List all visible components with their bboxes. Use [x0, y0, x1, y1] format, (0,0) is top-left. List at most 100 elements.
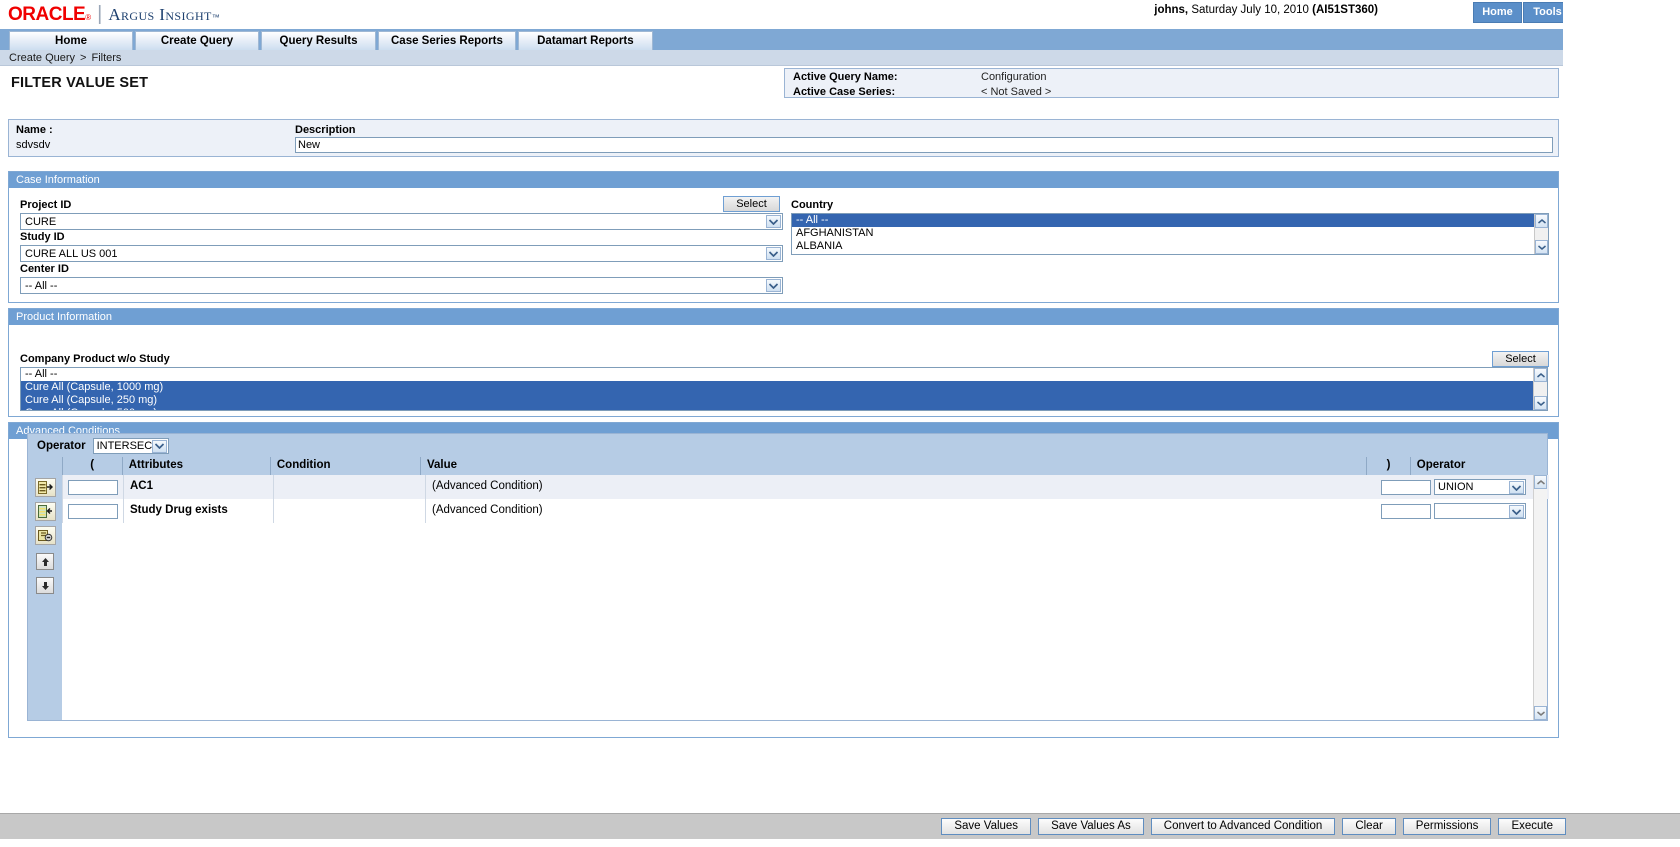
- open-paren-input[interactable]: [68, 503, 118, 519]
- tab-case-series-reports[interactable]: Case Series Reports: [378, 31, 516, 50]
- scroll-up-icon[interactable]: [1535, 214, 1548, 228]
- chevron-down-icon[interactable]: [766, 215, 781, 228]
- center-id-label: Center ID: [20, 263, 69, 275]
- country-option-algeria[interactable]: ALGERIA: [792, 253, 1548, 254]
- build-id: (AI51ST360): [1312, 4, 1378, 16]
- registered-mark-icon: ®: [85, 12, 92, 22]
- clear-button[interactable]: Clear: [1342, 818, 1396, 835]
- top-right-fill: [1563, 0, 1680, 28]
- save-values-as-button[interactable]: Save Values As: [1038, 818, 1144, 835]
- row-operator-cell: [1428, 499, 1549, 523]
- chevron-down-icon[interactable]: [766, 247, 781, 260]
- chevron-down-icon[interactable]: [766, 279, 781, 292]
- chevron-down-icon[interactable]: [1509, 505, 1524, 518]
- remove-advanced-condition-icon[interactable]: [34, 526, 56, 545]
- study-id-value: CURE ALL US 001: [25, 247, 118, 260]
- row-operator-select[interactable]: [1434, 503, 1526, 519]
- product-option-cure-all-250mg[interactable]: Cure All (Capsule, 250 mg): [21, 394, 1547, 407]
- session-info: johns, Saturday July 10, 2010 (AI51ST360…: [1154, 4, 1378, 16]
- execute-button[interactable]: Execute: [1498, 818, 1566, 835]
- convert-to-advanced-condition-button[interactable]: Convert to Advanced Condition: [1150, 818, 1336, 835]
- product-information-panel: Product Information Select Company Produ…: [8, 308, 1559, 417]
- description-input[interactable]: [295, 137, 1553, 153]
- column-condition: Condition: [269, 457, 420, 475]
- grid-rail-spacer: [28, 457, 62, 475]
- row-operator-select[interactable]: UNION: [1434, 479, 1526, 495]
- study-id-select[interactable]: CURE ALL US 001: [20, 245, 783, 262]
- delete-condition-row-wrap: [28, 521, 62, 545]
- brand-logo: ORACLE ® | Argus Insight ™: [0, 3, 220, 26]
- main-tab-bar: Home Create Query Query Results Case Ser…: [0, 28, 1680, 50]
- row-condition-cell: [273, 475, 425, 499]
- close-paren-input[interactable]: [1381, 479, 1431, 495]
- application-header: ORACLE ® | Argus Insight ™ johns, Saturday…: [0, 0, 1680, 28]
- product-scrollbar[interactable]: [1533, 368, 1547, 410]
- session-date: Saturday July 10, 2010: [1188, 4, 1313, 16]
- product-option-cure-all-1000mg[interactable]: Cure All (Capsule, 1000 mg): [21, 381, 1547, 394]
- table-row[interactable]: AC1 (Advanced Condition) UNION: [62, 475, 1549, 499]
- row-attributes-cell: Study Drug exists: [123, 499, 273, 523]
- country-label: Country: [791, 199, 834, 211]
- company-product-listbox[interactable]: -- All -- Cure All (Capsule, 1000 mg) Cu…: [20, 367, 1548, 411]
- case-select-button[interactable]: Select: [723, 196, 780, 212]
- operator-select[interactable]: INTERSECT: [92, 437, 169, 454]
- product-select-button[interactable]: Select: [1492, 351, 1549, 367]
- oracle-wordmark: ORACLE: [8, 3, 86, 25]
- permissions-button[interactable]: Permissions: [1402, 818, 1492, 835]
- active-query-name-label: Active Query Name:: [793, 70, 898, 83]
- center-id-select[interactable]: -- All --: [20, 277, 783, 294]
- move-up-icon[interactable]: [36, 553, 54, 570]
- case-information-body: Select Project ID CURE Study ID CURE ALL…: [9, 189, 1558, 302]
- column-open-paren: (: [61, 457, 122, 475]
- product-option-all[interactable]: -- All --: [21, 368, 1547, 381]
- open-paren-input[interactable]: [68, 479, 118, 495]
- scroll-up-icon[interactable]: [1534, 475, 1547, 489]
- edit-condition-row-wrap: [28, 497, 62, 521]
- edit-advanced-condition-icon[interactable]: [34, 502, 56, 521]
- scroll-down-icon[interactable]: [1535, 240, 1548, 254]
- column-attributes: Attributes: [121, 457, 270, 475]
- grid-scrollbar[interactable]: [1533, 475, 1547, 720]
- close-paren-input[interactable]: [1381, 503, 1431, 519]
- country-listbox[interactable]: -- All -- AFGHANISTAN ALBANIA ALGERIA: [791, 213, 1549, 255]
- brand-divider: |: [97, 2, 103, 25]
- tab-datamart-reports[interactable]: Datamart Reports: [517, 31, 653, 50]
- tab-home[interactable]: Home: [9, 31, 133, 50]
- username-label: johns,: [1154, 4, 1189, 16]
- add-condition-row-wrap: [28, 475, 62, 497]
- project-id-label: Project ID: [20, 199, 72, 211]
- row-close-paren-cell: [1381, 475, 1431, 499]
- scroll-down-icon[interactable]: [1534, 396, 1547, 410]
- operator-value: INTERSECT: [96, 439, 159, 452]
- tab-create-query[interactable]: Create Query: [135, 31, 259, 50]
- row-value-cell: (Advanced Condition): [425, 499, 1384, 523]
- chevron-down-icon[interactable]: [1509, 481, 1524, 494]
- add-advanced-condition-icon[interactable]: [34, 478, 56, 497]
- row-operator-value: UNION: [1438, 480, 1474, 493]
- save-values-button[interactable]: Save Values: [941, 818, 1032, 835]
- study-id-label: Study ID: [20, 231, 65, 243]
- trademark-icon: ™: [211, 12, 220, 22]
- country-option-albania[interactable]: ALBANIA: [792, 240, 1548, 253]
- nav-home[interactable]: Home: [1473, 2, 1522, 23]
- breadcrumb-root[interactable]: Create Query: [9, 52, 75, 64]
- product-option-cure-all-500mg[interactable]: Cure All (Capsule, 500 mg): [21, 407, 1547, 410]
- tab-query-results[interactable]: Query Results: [261, 31, 376, 50]
- country-option-all[interactable]: -- All --: [792, 214, 1548, 227]
- scroll-up-icon[interactable]: [1534, 368, 1547, 382]
- move-down-wrap: [28, 570, 62, 594]
- breadcrumb-current: Filters: [91, 51, 122, 64]
- action-button-bar: Save Values Save Values As Convert to Ad…: [0, 813, 1680, 839]
- row-value-cell: (Advanced Condition): [425, 475, 1384, 499]
- active-query-info-box: Active Query Name: Configuration Active …: [784, 68, 1559, 98]
- move-up-wrap: [28, 545, 62, 570]
- country-option-afghanistan[interactable]: AFGHANISTAN: [792, 227, 1548, 240]
- active-case-series-label: Active Case Series:: [793, 85, 896, 98]
- table-row[interactable]: Study Drug exists (Advanced Condition): [62, 499, 1549, 523]
- country-scrollbar[interactable]: [1534, 214, 1548, 254]
- chevron-down-icon[interactable]: [151, 439, 167, 453]
- project-id-select[interactable]: CURE: [20, 213, 783, 230]
- move-down-icon[interactable]: [36, 577, 54, 594]
- scroll-down-icon[interactable]: [1534, 706, 1547, 720]
- product-wordmark: Argus Insight: [108, 4, 212, 24]
